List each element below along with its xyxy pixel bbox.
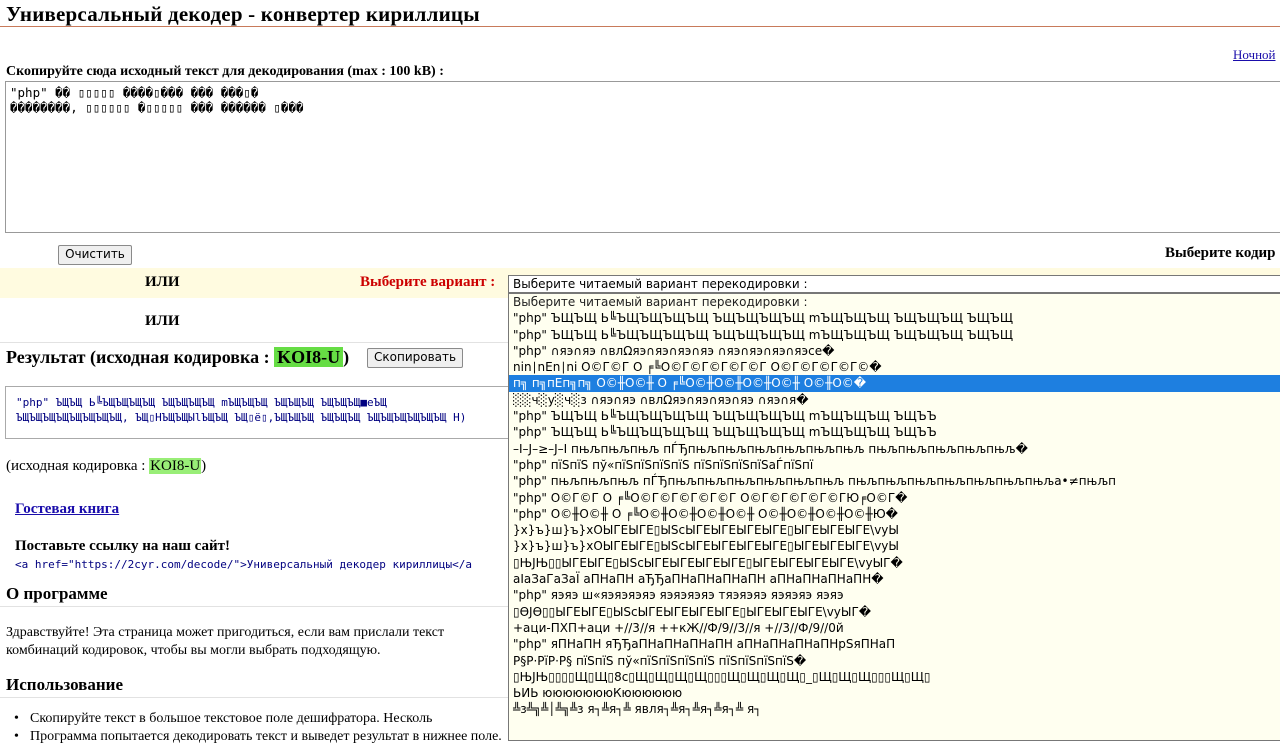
dropdown-option[interactable]: "php" ЪЩЪЩ Ь╚ЪЩЪЩЪЩЪЩ ЪЩЪЩЪЩЪЩ mЪЩЪЩЪЩ Ъ…	[509, 327, 1280, 343]
about-line: комбинаций кодировок, чтобы вы могли выб…	[6, 643, 381, 658]
dropdown-option[interactable]: ЬИЬ юююююююКюююююю	[509, 685, 1280, 701]
dropdown-option[interactable]: "php" пїЅпїЅ пў«пїЅпїЅпїЅпїЅ пїЅпїЅпїЅпї…	[509, 457, 1280, 473]
dropdown-option[interactable]: ░░ч░у░ч░з ∩яэ∩яэ ∩влΩяэ∩яэ∩яэ∩яэ ∩яэ∩я�	[509, 392, 1280, 408]
dropdown-option[interactable]: "php" ЪЩЪЩ Ь╚ЪЩЪЩЪЩЪЩ ЪЩЪЩЪЩЪЩ mЪЩЪЩЪЩ Ъ…	[509, 424, 1280, 440]
clear-button[interactable]: Очистить	[58, 245, 132, 265]
source-line: ��������, ▯▯▯▯▯▯ �▯▯▯▯▯ ��� ������ ▯���	[10, 100, 304, 115]
result-heading: Результат (исходная кодировка : KOI8-U)	[6, 347, 349, 368]
or-label-2: ИЛИ	[145, 313, 180, 329]
choose-variant-label: Выберите вариант :	[360, 274, 496, 290]
source-encoding-suffix: )	[201, 458, 207, 474]
source-encoding-prefix: (исходная кодировка :	[6, 458, 150, 474]
dropdown-option[interactable]: "php" яПНаПН яЂЂаПНаПНаПНаПН аПНаПНаПНаП…	[509, 636, 1280, 652]
dropdown-option[interactable]: }х}ъ}ш}ъ}хОЫГЕЫГЕ▯ЫЅсЫГЕЫГЕЫГЕЫГЕ▯ЫГЕЫГЕ…	[509, 522, 1280, 538]
dropdown-option[interactable]: ▯ӨЈӨ▯▯ЫГЕЫГЕ▯ЫЅсЫГЕЫГЕЫГЕЫГЕ▯ЫГЕЫГЕЫГЕ\v…	[509, 604, 1280, 620]
dropdown-option[interactable]: nin∣nEn∣ni О©Г©Г О ╒╚О©Г©Г©Г©Г©Г О©Г©Г©Г…	[509, 359, 1280, 375]
result-heading-prefix: Результат (исходная кодировка :	[6, 347, 275, 367]
dropdown-option[interactable]: аІаЗаГаЗаЇ аПНаПН аЂЂаПНаПНаПНаПН аПНаПН…	[509, 571, 1280, 587]
dropdown-option[interactable]: ▯ЊЈЊ▯▯ЫГЕЫГЕ▯ЫЅсЫГЕЫГЕЫГЕЫГЕ▯ЫГЕЫГЕЫГЕЫГ…	[509, 555, 1280, 571]
result-line: ЪЩЪЩЪЩЪЩЪЩЪЩЪЩЪЩ, ЪЩ▯НЪЩЪЩЫlЪЩЪЩ ЪЩ▯ё▯,Ъ…	[16, 411, 467, 424]
result-encoding-badge: KOI8-U	[274, 347, 344, 367]
dropdown-option[interactable]: Выберите читаемый вариант перекодировки …	[509, 294, 1280, 310]
source-textarea[interactable]: "php" �� ▯▯▯▯▯ ����▯��� ��� ���▯� ������…	[5, 81, 1280, 233]
or-label: ИЛИ	[145, 274, 180, 290]
dropdown-option[interactable]: –I–J–≥–J–I пњљпњљпњљ пЃЂпњљпњљпњљпњљпњљп…	[509, 441, 1280, 457]
title-divider	[0, 26, 1280, 27]
dropdown-option[interactable]: п╗ п╗пЕп╗п╗ О©╫О©╫ О ╒╚О©╫О©╫О©╫О©╫ О©╫О…	[509, 375, 1280, 392]
usage-item: Программа попытается декодировать текст …	[14, 729, 502, 745]
dropdown-option[interactable]: "php" яэяэ ш«яэяэяэяэ яэяэяэяэ тяэяэяэ я…	[509, 587, 1280, 603]
source-line: "php" �� ▯▯▯▯▯ ����▯��� ��� ���▯�	[10, 85, 259, 100]
usage-divider	[0, 697, 508, 698]
result-divider	[0, 342, 508, 343]
dropdown-option[interactable]: ╩з╩╗╩│╩╗╩з я┐╩я┐╩ явля┐╩я┐╩я┐╩я┐╩ я┐	[509, 701, 1280, 717]
dropdown-option[interactable]: ▯ЊЈЊ▯▯▯▯Щ▯Щ▯8с▯Щ▯Щ▯Щ▯Щ▯▯▯Щ▯Щ▯Щ▯Щ▯_▯Щ▯Щ▯Щ…	[509, 669, 1280, 685]
dropdown-option[interactable]: +аци-ПХП+аци +//3//я ++кЖ//Ф/9//3//я +//…	[509, 620, 1280, 636]
dropdown-option[interactable]: "php" О©Г©Г О ╒╚О©Г©Г©Г©Г©Г О©Г©Г©Г©Г©ГЮ…	[509, 490, 1280, 506]
result-line: "php" ЪЩЪЩ Ь╚ЪЩЪЩЪЩЪЩ ЪЩЪЩЪЩЪЩ mЪЩЪЩЪЩ Ъ…	[16, 396, 387, 409]
result-output[interactable]: "php" ЪЩЪЩ Ь╚ЪЩЪЩЪЩЪЩ ЪЩЪЩЪЩЪЩ mЪЩЪЩЪЩ Ъ…	[5, 386, 525, 439]
copy-button[interactable]: Скопировать	[367, 348, 463, 368]
source-encoding-badge: KOI8-U	[149, 458, 202, 474]
guestbook-link[interactable]: Гостевая книга	[15, 501, 119, 518]
link-code-snippet[interactable]: <a href="https://2cyr.com/decode/">Униве…	[15, 558, 472, 571]
about-paragraph: Здравствуйте! Эта страница может пригоди…	[6, 624, 444, 660]
usage-item: Скопируйте текст в большое текстовое пол…	[14, 711, 432, 727]
source-label: Скопируйте сюда исходный текст для декод…	[6, 64, 444, 79]
page-title: Универсальный декодер - конвертер кирилл…	[6, 2, 480, 26]
result-heading-suffix: )	[343, 347, 350, 367]
about-divider	[0, 606, 508, 607]
link-heading: Поставьте ссылку на наш сайт!	[15, 538, 231, 554]
usage-heading: Использование	[6, 675, 123, 694]
variant-dropdown-list[interactable]: Выберите читаемый вариант перекодировки …	[508, 293, 1280, 741]
dropdown-option[interactable]: "php" О©╫О©╫ О ╒╚О©╫О©╫О©╫О©╫ О©╫О©╫О©╫О…	[509, 506, 1280, 522]
source-encoding-note: (исходная кодировка : KOI8-U)	[6, 458, 206, 475]
dropdown-option[interactable]: Р§Р·РїР·Р§ пїЅпїЅ пў«пїЅпїЅпїЅпїЅ пїЅпїЅ…	[509, 653, 1280, 669]
dropdown-option[interactable]: "php" ЪЩЪЩ Ь╚ЪЩЪЩЪЩЪЩ ЪЩЪЩЪЩЪЩ mЪЩЪЩЪЩ Ъ…	[509, 408, 1280, 424]
dropdown-option[interactable]: }х}ъ}ш}ъ}хОЫГЕЫГЕ▯ЫЅсЫГЕЫГЕЫГЕЫГЕ▯ЫГЕЫГЕ…	[509, 538, 1280, 554]
choose-encoding-label: Выберите кодир	[1165, 245, 1276, 261]
dropdown-option[interactable]: "php" пњљпњљпњљ пЃЂпњљпњљпњљпњљпњљпњљ пњ…	[509, 473, 1280, 489]
variant-select[interactable]: Выберите читаемый вариант перекодировки …	[508, 275, 1280, 293]
about-heading: О программе	[6, 584, 108, 603]
dropdown-option[interactable]: "php" ∩яэ∩яэ ∩влΩяэ∩яэ∩яэ∩яэ ∩яэ∩яэ∩яэ∩я…	[509, 343, 1280, 359]
dropdown-option[interactable]: "php" ЪЩЪЩ Ь╚ЪЩЪЩЪЩЪЩ ЪЩЪЩЪЩЪЩ mЪЩЪЩЪЩ Ъ…	[509, 310, 1280, 326]
about-line: Здравствуйте! Эта страница может пригоди…	[6, 625, 445, 640]
night-mode-link[interactable]: Ночной	[1233, 47, 1276, 63]
